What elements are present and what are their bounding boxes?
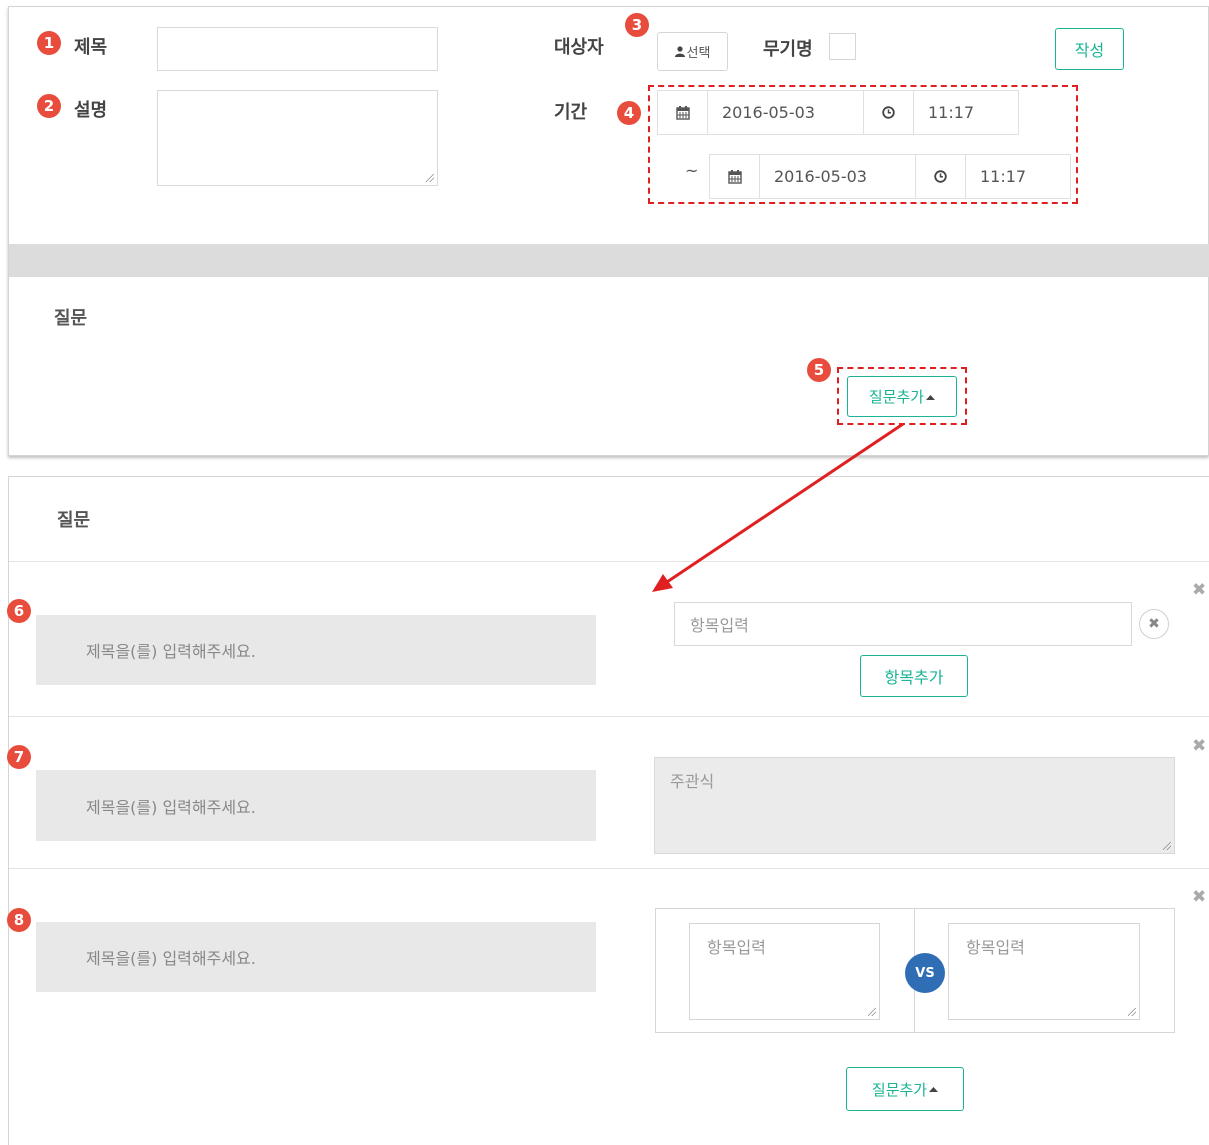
arrow-icon bbox=[652, 422, 904, 592]
